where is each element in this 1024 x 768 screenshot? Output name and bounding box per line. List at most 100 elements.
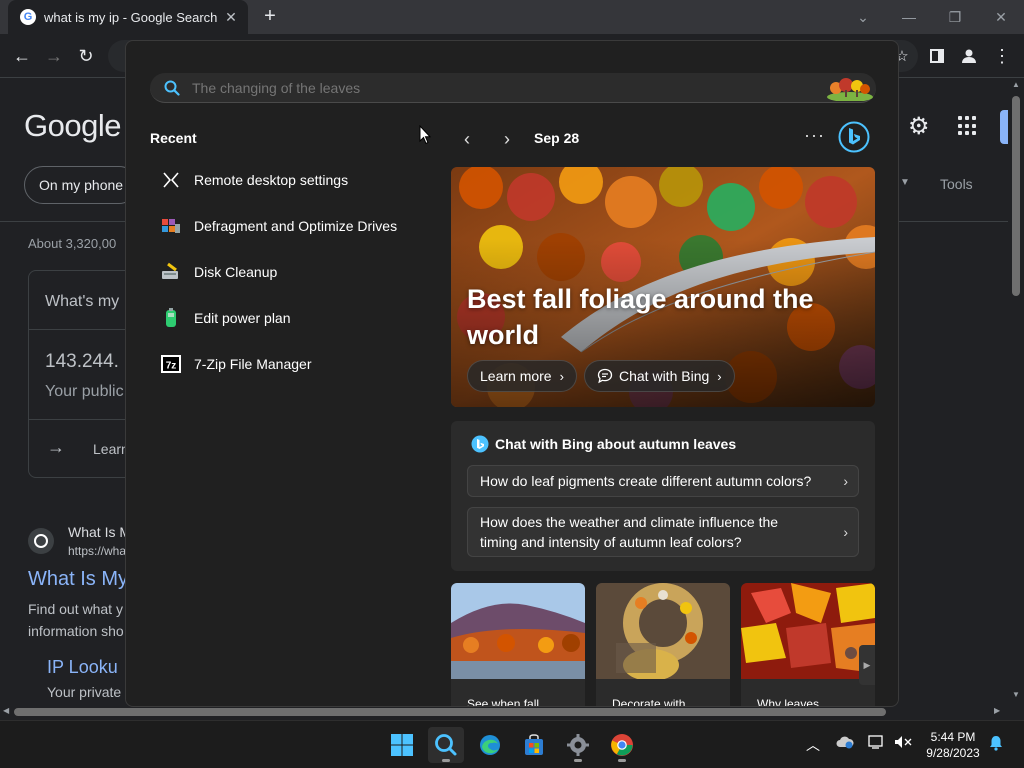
recent-item-disk-cleanup[interactable]: Disk Cleanup [150,252,420,292]
scroll-thumb[interactable] [14,708,886,716]
disk-cleanup-icon [160,261,182,283]
filter-chip[interactable]: On my phone [24,166,139,204]
bing-logo-icon [471,435,489,453]
google-apps-icon[interactable] [958,116,978,136]
suggested-question[interactable]: How do leaf pigments create different au… [467,465,859,497]
mountain-foliage-image [451,583,585,679]
system-clock[interactable]: 5:44 PM 9/28/2023 [920,729,986,761]
vertical-scrollbar[interactable]: ▲ ▼ [1008,78,1024,704]
volume-muted-icon[interactable] [894,735,912,752]
chrome-menu-icon[interactable]: ⋮ [988,42,1016,70]
bing-chat-icon[interactable] [838,121,870,153]
back-icon[interactable]: ← [8,42,36,70]
recent-item-remote-desktop[interactable]: Remote desktop settings [150,160,420,200]
taskbar-edge[interactable] [472,727,508,763]
settings-gear-icon [567,734,589,756]
forward-icon[interactable]: → [40,42,68,70]
result-sublink[interactable]: IP Looku [47,657,118,678]
scroll-up-icon[interactable]: ▲ [1012,80,1020,89]
taskbar-search-button[interactable] [428,727,464,763]
result-snippet: Your private [47,684,122,700]
recent-item-label: Disk Cleanup [194,264,278,280]
google-favicon-icon: G [20,9,36,25]
chevron-right-icon: › [717,368,722,384]
result-url[interactable]: https://wha [68,544,126,558]
show-hidden-icons-chevron-up-icon[interactable]: ︿ [806,735,820,755]
hero-card[interactable]: Best fall foliage around the world Learn… [451,167,875,407]
scroll-left-icon[interactable]: ◀ [3,706,9,715]
taskbar-store[interactable] [516,727,552,763]
defragment-icon [160,215,182,237]
reload-icon[interactable]: ↻ [72,42,100,70]
tile-caption: Why leaves [757,697,820,707]
suggested-question-text: How do leaf pigments create different au… [480,473,812,489]
globe-icon [28,528,54,554]
svg-text:7z: 7z [166,361,177,372]
tab-search-icon[interactable]: ⌄ [840,0,886,34]
taskbar-chrome[interactable] [604,727,640,763]
new-tab-button[interactable]: + [258,5,282,29]
recent-item-label: Edit power plan [194,310,291,326]
browser-tab[interactable]: G what is my ip - Google Search ✕ [8,0,248,34]
tile-see-when-fall[interactable]: See when fall [451,583,585,707]
taskbar-settings[interactable] [560,727,596,763]
scroll-down-icon[interactable]: ▼ [1012,690,1020,699]
onedrive-cloud-icon[interactable] [836,735,854,752]
scroll-thumb[interactable] [1012,96,1020,296]
clock-time: 5:44 PM [930,730,976,744]
result-title-link[interactable]: What Is My [28,568,128,591]
scroll-right-icon[interactable]: ▶ [994,706,1000,715]
ip-caption: Your public [45,383,124,400]
scroll-tiles-right-icon[interactable]: ▶ [859,645,875,685]
arrow-right-icon: → [47,437,65,457]
close-window-button[interactable]: ✕ [978,0,1024,34]
chevron-down-icon[interactable]: ▼ [900,177,910,188]
close-tab-icon[interactable]: ✕ [222,9,240,26]
search-box[interactable] [150,73,876,103]
account-avatar[interactable] [1000,110,1008,144]
result-site-name[interactable]: What Is M [68,524,131,540]
learn-more-link[interactable]: Learn [93,441,129,457]
start-button[interactable] [384,727,420,763]
tile-decorate-with[interactable]: Decorate with [596,583,730,706]
network-icon[interactable] [868,735,886,752]
chevron-right-icon: › [843,524,848,540]
edge-icon [480,735,500,755]
profile-icon[interactable] [955,42,983,70]
restore-button[interactable]: ❐ [932,0,978,34]
suggested-question-text: How does the weather and climate influen… [480,514,779,550]
learn-more-button[interactable]: Learn more › [467,360,577,392]
search-icon [164,80,180,96]
notification-bell-icon[interactable] [988,735,1004,754]
chrome-icon [611,734,633,756]
learn-more-label: Learn more [480,368,552,384]
recent-item-defragment[interactable]: Defragment and Optimize Drives [150,206,420,246]
tools-button[interactable]: Tools [940,176,973,192]
tab-strip: G what is my ip - Google Search ✕ + ⌄ — … [0,0,1024,34]
settings-gear-icon[interactable]: ⚙ [908,112,930,141]
google-logo[interactable]: Google [24,108,121,144]
chevron-left-icon[interactable]: ‹ [455,127,479,151]
recent-item-label: Defragment and Optimize Drives [194,218,398,234]
tile-why-leaves[interactable]: Why leaves [741,583,875,707]
chat-with-bing-button[interactable]: Chat with Bing › [584,360,735,392]
chat-card-title: Chat with Bing about autumn leaves [495,436,737,452]
chevron-right-icon[interactable]: › [495,127,519,151]
tab-title: what is my ip - Google Search [44,9,218,25]
search-highlight-illustration[interactable] [824,75,874,101]
side-panel-icon[interactable] [923,42,951,70]
tile-caption: See when fall [467,697,540,707]
store-icon [525,734,543,755]
suggested-question[interactable]: How does the weather and climate influen… [467,507,859,557]
more-options-icon[interactable]: ··· [804,125,825,146]
minimize-button[interactable]: — [886,0,932,34]
taskbar: ︿ 5:44 PM 9/28/2023 [0,720,1024,768]
snippet-line: information sho [28,623,124,639]
recent-item-power-plan[interactable]: Edit power plan [150,298,420,338]
snippet-line: Find out what y [28,601,123,617]
chat-with-bing-label: Chat with Bing [619,368,710,384]
recent-item-7zip[interactable]: 7z 7-Zip File Manager [150,344,420,384]
hero-title[interactable]: Best fall foliage around the world [467,281,847,353]
search-input[interactable] [192,73,812,103]
card-question: What's my [45,293,120,310]
